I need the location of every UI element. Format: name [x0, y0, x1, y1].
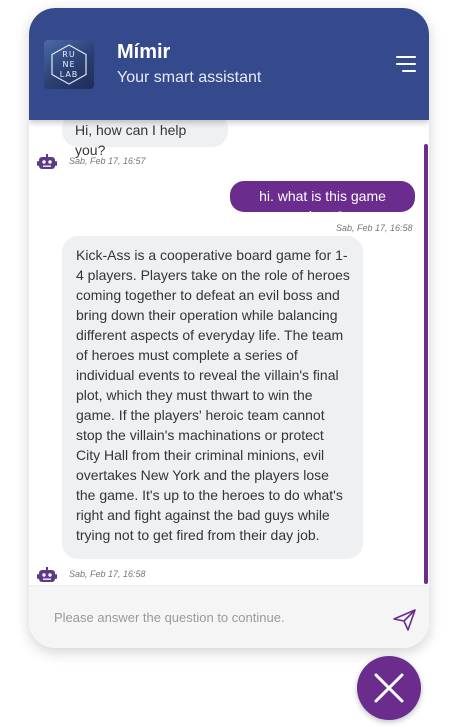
hamburger-menu-icon[interactable]: [393, 53, 419, 75]
message-timestamp: Sab, Feb 17, 16:58: [69, 569, 146, 579]
bot-message-bubble: Kick-Ass is a cooperative board game for…: [62, 236, 363, 559]
bot-message-text: Kick-Ass is a cooperative board game for…: [76, 247, 350, 543]
chat-header: RU NE LAB Mímir Your smart assistant: [29, 8, 429, 120]
message-list-scrollbar[interactable]: [424, 144, 428, 584]
assistant-subtitle: Your smart assistant: [117, 69, 262, 86]
logo-text-line-1: RU: [62, 50, 76, 59]
chat-widget: RU NE LAB Mímir Your smart assistant Hi,…: [29, 8, 429, 648]
robot-avatar-icon: [37, 567, 57, 582]
user-message-bubble: hi. what is this game about?: [230, 181, 415, 224]
close-x-icon: [374, 673, 404, 703]
robot-avatar-icon: [37, 154, 57, 169]
close-chat-button[interactable]: [357, 656, 421, 720]
message-timestamp: Sab, Feb 17, 16:58: [336, 223, 413, 233]
message-input[interactable]: [54, 607, 374, 627]
message-list[interactable]: Hi, how can I help you? Sab, Feb 17, 16:…: [29, 120, 429, 585]
bot-message-text: Hi, how can I help you?: [75, 122, 187, 158]
logo-text-line-3: LAB: [59, 70, 79, 79]
message-timestamp: Sab, Feb 17, 16:57: [69, 156, 146, 166]
bot-message-bubble: Hi, how can I help you?: [62, 120, 228, 158]
user-message-text: hi. what is this game about?: [259, 188, 386, 224]
assistant-name: Mímir: [117, 41, 171, 63]
rune-lab-logo: RU NE LAB: [44, 40, 94, 89]
paper-plane-send-icon[interactable]: [392, 608, 418, 632]
logo-text-line-2: NE: [62, 60, 76, 69]
message-composer: [29, 585, 429, 648]
